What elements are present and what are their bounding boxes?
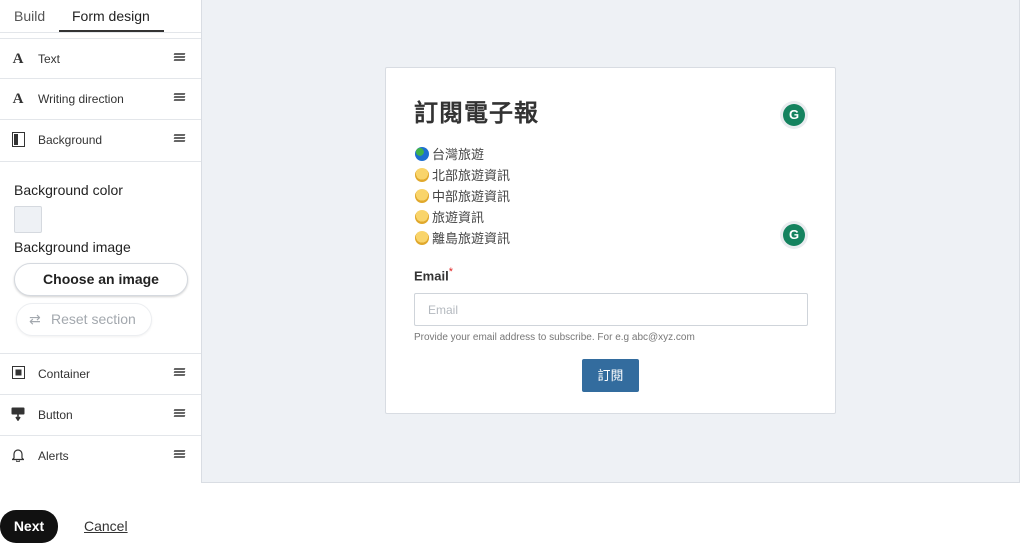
design-sidebar: Build Form design A Text A Writing direc… bbox=[0, 0, 202, 483]
chick-icon bbox=[415, 210, 429, 224]
reset-icon: ⇄ bbox=[29, 311, 41, 327]
description-line: 旅遊資訊 bbox=[415, 207, 484, 226]
background-color-heading: Background color bbox=[14, 182, 123, 198]
description-line: 離島旅遊資訊 bbox=[415, 228, 510, 247]
setting-container[interactable]: Container bbox=[0, 354, 201, 395]
description-text: 中部旅遊資訊 bbox=[432, 189, 511, 204]
container-icon bbox=[11, 366, 25, 382]
description-line: 台灣旅遊 bbox=[415, 144, 484, 163]
text-format-icon: A bbox=[12, 51, 24, 67]
setting-label: Background bbox=[38, 133, 103, 147]
setting-label: Container bbox=[38, 367, 91, 381]
reset-section-button[interactable]: ⇄ Reset section bbox=[16, 303, 152, 336]
setting-background[interactable]: Background bbox=[0, 120, 201, 161]
text-format-icon: A bbox=[12, 91, 24, 107]
description-text: 台灣旅遊 bbox=[432, 147, 485, 162]
form-title: 訂閱電子報 bbox=[414, 100, 539, 127]
setting-label: Writing direction bbox=[38, 92, 124, 106]
setting-alerts[interactable]: Alerts bbox=[0, 436, 201, 477]
next-button[interactable]: Next bbox=[0, 510, 58, 543]
setting-text[interactable]: A Text bbox=[0, 38, 201, 79]
background-image-heading: Background image bbox=[14, 239, 131, 255]
tab-form-design[interactable]: Form design bbox=[72, 8, 150, 24]
drag-handle-icon[interactable] bbox=[173, 409, 186, 421]
drag-handle-icon[interactable] bbox=[173, 134, 186, 146]
reset-section-label: Reset section bbox=[51, 311, 136, 327]
setting-writing-direction[interactable]: A Writing direction bbox=[0, 79, 201, 120]
subscribe-button[interactable]: 訂閱 bbox=[582, 359, 639, 392]
setting-label: Alerts bbox=[38, 449, 69, 463]
setting-label: Button bbox=[38, 408, 73, 422]
description-line: 中部旅遊資訊 bbox=[415, 186, 510, 205]
setting-label: Text bbox=[38, 52, 61, 66]
drag-handle-icon[interactable] bbox=[173, 93, 186, 105]
email-field[interactable] bbox=[414, 293, 808, 326]
chick-icon bbox=[415, 168, 429, 182]
chick-icon bbox=[415, 189, 429, 203]
active-tab-indicator bbox=[59, 30, 164, 32]
tab-build[interactable]: Build bbox=[14, 8, 45, 24]
bell-icon bbox=[11, 448, 25, 464]
button-icon bbox=[11, 407, 25, 423]
grammarly-icon[interactable]: G bbox=[783, 224, 805, 246]
description-text: 旅遊資訊 bbox=[432, 210, 485, 225]
background-color-swatch[interactable] bbox=[14, 206, 42, 233]
drag-handle-icon[interactable] bbox=[173, 368, 186, 380]
chick-icon bbox=[415, 231, 429, 245]
globe-icon bbox=[415, 147, 429, 161]
description-text: 北部旅遊資訊 bbox=[432, 168, 511, 183]
form-designer: Build Form design A Text A Writing direc… bbox=[0, 0, 1024, 554]
setting-button[interactable]: Button bbox=[0, 395, 201, 436]
background-icon bbox=[11, 132, 25, 148]
form-preview-canvas: 訂閱電子報 G G 台灣旅遊 北部旅遊資訊 中部旅遊資訊 旅遊資訊 離島旅遊資訊… bbox=[202, 0, 1020, 483]
required-mark: * bbox=[448, 266, 453, 278]
sidebar-tabs: Build Form design bbox=[0, 0, 201, 33]
form-card: 訂閱電子報 G G 台灣旅遊 北部旅遊資訊 中部旅遊資訊 旅遊資訊 離島旅遊資訊… bbox=[385, 67, 836, 414]
choose-image-button[interactable]: Choose an image bbox=[14, 263, 188, 296]
background-settings-panel: Background color Background image Choose… bbox=[0, 161, 201, 354]
email-label: Email* bbox=[414, 266, 453, 283]
drag-handle-icon[interactable] bbox=[173, 450, 186, 462]
cancel-link[interactable]: Cancel bbox=[84, 518, 128, 534]
email-hint: Provide your email address to subscribe.… bbox=[414, 332, 695, 343]
grammarly-icon[interactable]: G bbox=[783, 104, 805, 126]
description-text: 離島旅遊資訊 bbox=[432, 231, 511, 246]
drag-handle-icon[interactable] bbox=[173, 53, 186, 65]
description-line: 北部旅遊資訊 bbox=[415, 165, 510, 184]
email-label-text: Email bbox=[414, 268, 449, 284]
